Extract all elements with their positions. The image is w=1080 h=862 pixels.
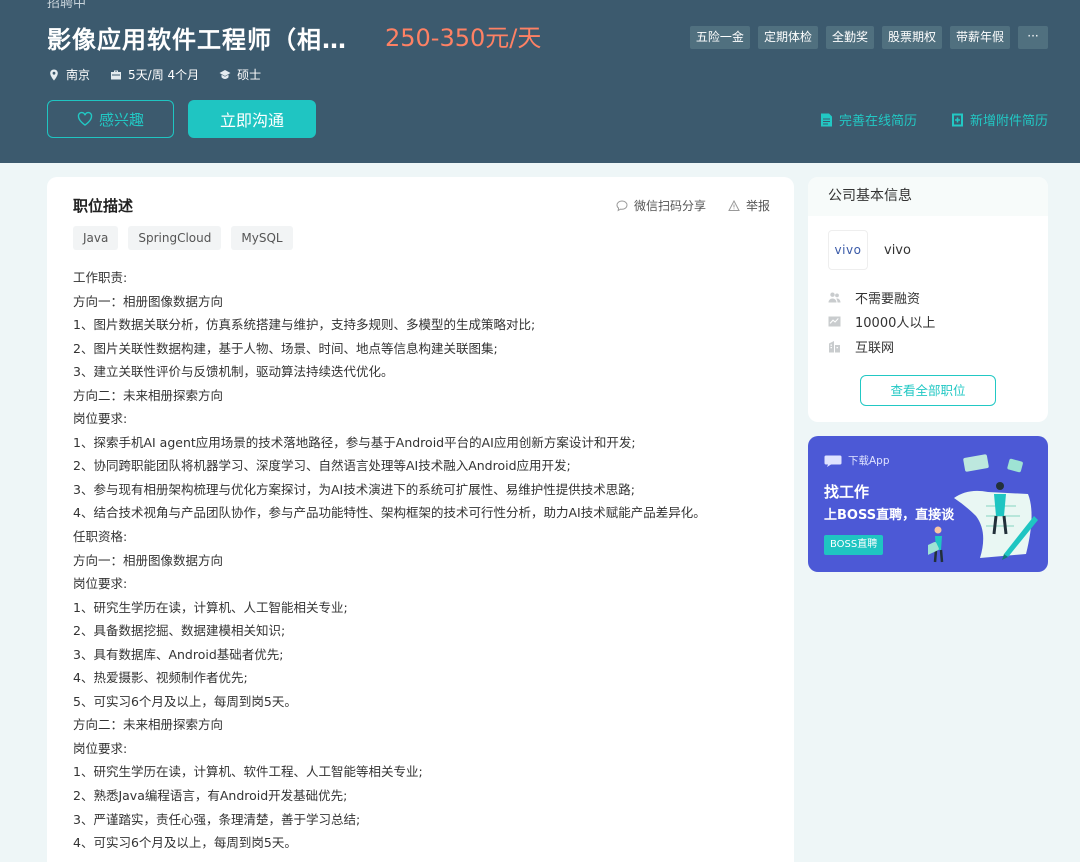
benefit-tag: 带薪年假 [949,26,1010,49]
boss-brand-badge: BOSS直聘 [824,535,884,555]
share-wechat-button[interactable]: 微信扫码分享 [616,197,706,214]
description-line: 3、严谨踏实，责任心强，条理清楚，善于学习总结; [73,811,361,827]
company-card-header: 公司基本信息 [808,177,1048,216]
job-description-card: 职位描述 微信扫码分享 举报 Java SpringCloud MySQL 工作… [47,177,794,862]
company-info-card: 公司基本信息 vivo vivo 不需要融资 10000人以上 互联网 查看全部… [808,177,1048,422]
growth-chart-icon [828,316,841,327]
description-line: 3、建立关联性评价与反馈机制，驱动算法持续迭代优化。 [73,364,394,380]
description-line: 2、协同跨职能团队将机器学习、深度学习、自然语言处理等AI技术融入Android… [73,458,571,474]
company-logo[interactable]: vivo [828,230,868,270]
chat-app-icon [824,455,842,467]
add-attachment-label: 新增附件简历 [969,114,1048,129]
description-line: 2、具备数据挖掘、数据建模相关知识; [73,623,286,639]
financing-text: 不需要融资 [855,291,921,307]
company-size: 10000人以上 [828,310,935,335]
description-line: 岗位要求: [73,411,128,427]
skill-tag: Java [73,226,119,250]
resume-icon [820,113,832,126]
complete-resume-link[interactable]: 完善在线简历 [820,110,917,129]
attachment-resume-icon [951,113,963,126]
schedule-text: 5天/周 4个月 [128,68,200,82]
benefit-tag: 五险一金 [689,26,750,49]
complete-resume-label: 完善在线简历 [838,114,917,129]
description-line: 方向一：相册图像数据方向 [73,552,224,568]
building-icon [829,340,840,353]
promo-illustration [928,454,1038,563]
description-line: 岗位要求: [73,740,128,756]
description-line: 工作职责: [73,270,128,285]
add-attachment-resume-link[interactable]: 新增附件简历 [951,110,1048,129]
company-facts: 不需要融资 10000人以上 互联网 [828,285,935,359]
description-line: 4、热爱摄影、视频制作者优先; [73,670,248,686]
job-header-banner: 招聘中 影像应用软件工程师（相… 250-350元/天 五险一金 定期体检 全勤… [0,0,1080,163]
report-button[interactable]: 举报 [728,197,770,214]
description-line: 1、探索手机AI agent应用场景的技术落地路径，参与基于Android平台的… [73,434,636,450]
salary: 250-350元/天 [385,24,542,52]
interest-button[interactable]: 感兴趣 [47,100,174,138]
industry-text: 互联网 [855,340,895,356]
download-app-text: 下载App [848,455,890,467]
download-app-label: 下载App [824,453,890,468]
section-title: 职位描述 [73,197,134,215]
company-identity[interactable]: vivo vivo [828,230,911,270]
briefcase-icon [111,70,122,79]
graduation-cap-icon [219,69,231,79]
card-actions: 微信扫码分享 举报 [616,197,770,214]
company-name[interactable]: vivo [884,243,911,258]
benefit-tag: 定期体检 [757,26,818,49]
description-line: 方向一：相册图像数据方向 [73,293,224,309]
description-line: 1、研究生学历在读，计算机、人工智能相关专业; [73,599,348,615]
description-line: 2、熟悉Java编程语言，有Android开发基础优先; [73,788,348,804]
description-line: 方向二：未来相册探索方向 [73,387,224,403]
description-line: 3、具有数据库、Android基础者优先; [73,646,284,662]
benefit-tags: 五险一金 定期体检 全勤奖 股票期权 带薪年假 ··· [689,26,1048,49]
skill-tags: Java SpringCloud MySQL [73,226,293,250]
view-all-jobs-button[interactable]: 查看全部职位 [860,375,996,406]
app-download-banner[interactable]: 下载App 找工作 上BOSS直聘，直接谈 BOSS直聘 [808,436,1048,572]
interest-label: 感兴趣 [98,110,144,129]
description-line: 任职资格: [73,529,128,545]
meta-degree: 硕士 [219,66,261,83]
description-line: 方向二：未来相册探索方向 [73,717,224,733]
description-line: 4、结合技术视角与产品团队协作，参与产品功能特性、架构框架的技术可行性分析，助力… [73,505,706,521]
company-industry: 互联网 [828,334,935,359]
benefit-tag: 全勤奖 [825,26,874,49]
company-financing: 不需要融资 [828,285,935,310]
people-icon [828,292,841,303]
skill-tag: MySQL [231,226,293,250]
more-benefits-button[interactable]: ··· [1018,26,1048,49]
warning-icon [728,199,740,211]
status-text: 招聘中 [47,0,87,11]
skill-tag: SpringCloud [128,226,222,250]
description-line: 1、图片数据关联分析，仿真系统搭建与维护，支持多规则、多模型的生成策略对比; [73,317,536,333]
description-line: 1、研究生学历在读，计算机、软件工程、人工智能等相关专业; [73,764,423,780]
description-line: 3、参与现有相册架构梳理与优化方案探讨，为AI技术演进下的系统可扩展性、易维护性… [73,481,635,497]
job-meta: 南京 5天/周 4个月 硕士 [48,66,261,83]
job-description-text: 工作职责: 方向一：相册图像数据方向 1、图片数据关联分析，仿真系统搭建与维护，… [73,266,773,855]
heart-icon [77,111,93,126]
job-title: 影像应用软件工程师（相… [47,26,347,54]
chat-bubble-icon [616,199,628,211]
city-text: 南京 [66,68,91,82]
description-line: 5、可实习6个月及以上，每周到岗5天。 [73,693,297,709]
meta-city: 南京 [48,66,90,83]
description-line: 4、可实习6个月及以上，每周到岗5天。 [73,835,297,851]
promo-title: 找工作 [824,483,870,501]
location-pin-icon [50,69,58,80]
resume-links: 完善在线简历 新增附件简历 [820,110,1048,129]
degree-text: 硕士 [237,68,262,82]
report-label: 举报 [745,199,770,213]
description-line: 2、图片关联性数据构建，基于人物、场景、时间、地点等信息构建关联图集; [73,340,498,356]
share-label: 微信扫码分享 [633,199,706,213]
meta-schedule: 5天/周 4个月 [110,66,199,83]
size-text: 10000人以上 [855,316,936,332]
benefit-tag: 股票期权 [881,26,942,49]
description-line: 岗位要求: [73,576,128,592]
chat-now-button[interactable]: 立即沟通 [188,100,316,138]
